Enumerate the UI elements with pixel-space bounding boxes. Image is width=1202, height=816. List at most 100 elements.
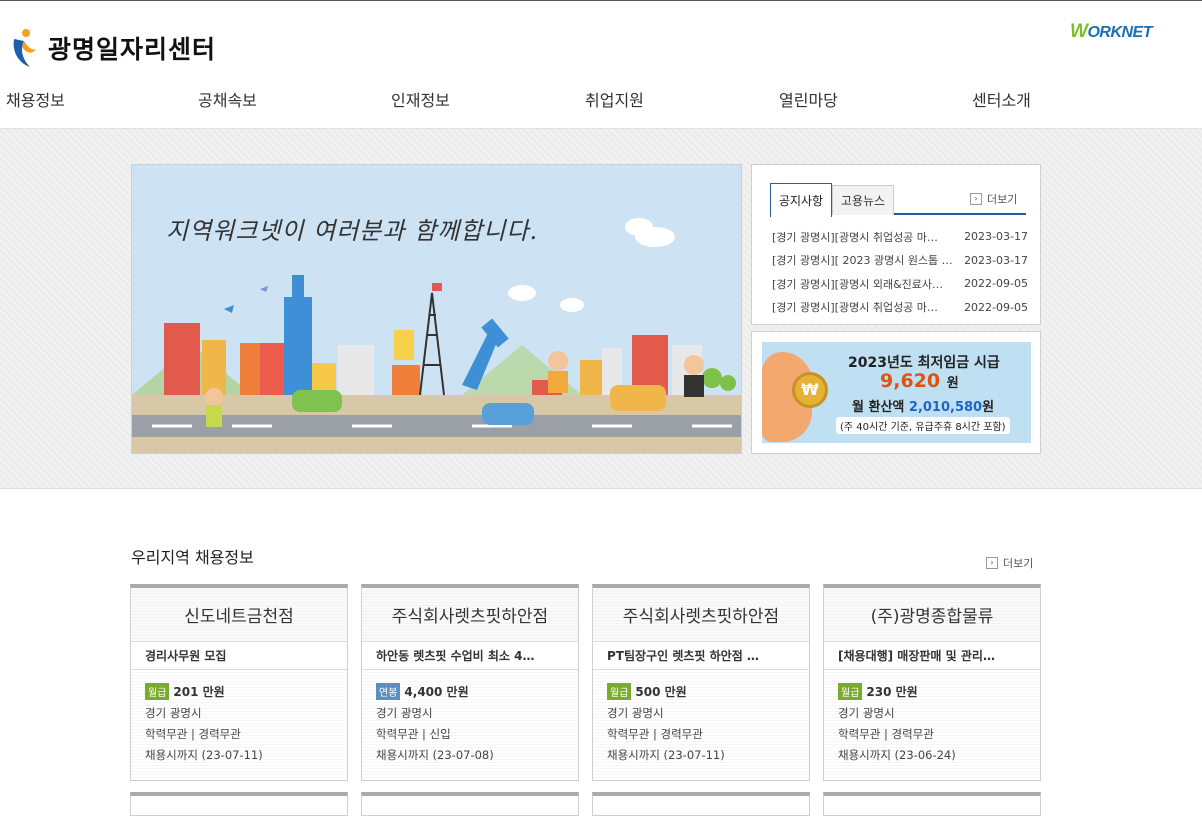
nav-item-employment-support[interactable]: 취업지원 <box>585 87 644 111</box>
wage-monthly-value: 2,010,580 <box>908 400 983 415</box>
minimum-wage-banner[interactable]: ₩ 2023년도 최저임금 시급 9,620 원 월 환산액 2,010,580… <box>751 331 1041 454</box>
nav-item-recruit-news[interactable]: 공채속보 <box>198 87 257 111</box>
job-card-position-text: [채용대행] 매장판매 및 관리… <box>838 649 995 663</box>
job-card-deadline: 채용시까지 (23-07-11) <box>145 748 263 762</box>
list-item[interactable]: [경기 광명시][광명시 취업성공 마… 2023-03-17 <box>772 225 1028 249</box>
main-banner[interactable]: 지역워크넷이 여러분과 함께합니다. <box>131 164 742 454</box>
nav-item-job-info[interactable]: 채용정보 <box>6 87 65 111</box>
logo-text: 광명일자리센터 <box>48 35 217 64</box>
wage-note: (주 40시간 기준, 유급주휴 8시간 포함) <box>836 417 1010 434</box>
job-card-deadline: 채용시까지 (23-06-24) <box>838 748 956 762</box>
site-header: 광명일자리센터 WORKNET 채용정보 공채속보 인재정보 취업지원 열린마당… <box>0 1 1202 129</box>
job-card-pay: 월급 230 만원 <box>838 670 1026 700</box>
notice-panel: 공지사항 고용뉴스 › 더보기 [경기 광명시][광명시 취업성공 마… 202… <box>751 164 1041 325</box>
job-card-next-row[interactable] <box>361 792 579 816</box>
job-card-body: 월급 500 만원 경기 광명시 학력무관 | 경력무관 채용시까지 (23-0… <box>593 670 809 780</box>
notice-item-date: 2022-09-05 <box>964 300 1028 314</box>
job-card-position-text: 경리사무원 모집 <box>145 649 227 663</box>
notice-list: [경기 광명시][광명시 취업성공 마… 2023-03-17 [경기 광명시]… <box>772 225 1028 319</box>
site-logo[interactable]: 광명일자리센터 <box>10 27 216 69</box>
notice-item-date: 2022-09-05 <box>964 277 1028 291</box>
job-card-next-row[interactable] <box>592 792 810 816</box>
pay-type-badge: 월급 <box>838 683 863 700</box>
notice-item-title[interactable]: [경기 광명시][광명시 취업성공 마… <box>772 299 958 315</box>
job-card-requirements: 학력무관 | 신입 <box>376 727 451 741</box>
notice-more-label: 더보기 <box>987 193 1018 206</box>
arrow-right-icon: › <box>970 193 982 205</box>
job-card-deadline: 채용시까지 (23-07-08) <box>376 748 494 762</box>
tab-notice[interactable]: 공지사항 <box>770 183 832 217</box>
nav-item-open-forum[interactable]: 열린마당 <box>779 87 838 111</box>
section-title-local-jobs: 우리지역 채용정보 <box>131 548 254 567</box>
pay-amount: 201 만원 <box>173 685 225 699</box>
worknet-logo-w: W <box>1070 21 1088 42</box>
job-card-company[interactable]: 주식회사렛츠핏하안점 <box>362 588 578 642</box>
main-nav: 채용정보 공채속보 인재정보 취업지원 열린마당 센터소개 <box>0 87 1202 113</box>
pay-type-badge: 월급 <box>607 683 632 700</box>
notice-more-link[interactable]: › 더보기 <box>970 191 1017 207</box>
notice-item-date: 2023-03-17 <box>964 230 1028 244</box>
pay-amount: 500 만원 <box>635 685 687 699</box>
banner-slogan: 지역워크넷이 여러분과 함께합니다. <box>166 217 539 245</box>
job-card[interactable]: 신도네트금천점 경리사무원 모집 월급 201 만원 경기 광명시 학력무관 |… <box>130 584 348 781</box>
logo-mark-icon <box>10 27 38 69</box>
banner-illustration <box>132 165 741 453</box>
job-card-requirements: 학력무관 | 경력무관 <box>607 727 703 741</box>
wage-title: 2023년도 최저임금 시급 <box>848 355 1000 371</box>
job-card-location: 경기 광명시 <box>607 706 664 720</box>
jobs-more-label: 더보기 <box>1003 557 1034 570</box>
job-card-requirements: 학력무관 | 경력무관 <box>838 727 934 741</box>
job-card-next-row[interactable] <box>823 792 1041 816</box>
worknet-logo[interactable]: WORKNET <box>1070 21 1152 43</box>
wage-amount: 9,620 원 <box>880 370 959 392</box>
job-card-pay: 연봉 4,400 만원 <box>376 670 564 700</box>
coin-icon: ₩ <box>792 372 828 408</box>
wage-amount-value: 9,620 <box>880 370 941 392</box>
nav-item-center-intro[interactable]: 센터소개 <box>972 87 1031 111</box>
wage-monthly-unit: 원 <box>982 400 995 415</box>
notice-item-title[interactable]: [경기 광명시][ 2023 광명시 원스톱 … <box>772 252 958 268</box>
job-card-body: 연봉 4,400 만원 경기 광명시 학력무관 | 신입 채용시까지 (23-0… <box>362 670 578 780</box>
pay-type-badge: 월급 <box>145 683 170 700</box>
job-card-location: 경기 광명시 <box>145 706 202 720</box>
job-card-deadline: 채용시까지 (23-07-11) <box>607 748 725 762</box>
job-card[interactable]: 주식회사렛츠핏하안점 PT팀장구인 렛츠핏 하안점 … 월급 500 만원 경기… <box>592 584 810 781</box>
job-card-position[interactable]: 하안동 렛츠핏 수업비 최소 4… <box>362 642 578 670</box>
notice-item-title[interactable]: [경기 광명시][광명시 취업성공 마… <box>772 229 958 245</box>
job-card-pay: 월급 201 만원 <box>145 670 333 700</box>
job-card-position[interactable]: 경리사무원 모집 <box>131 642 347 670</box>
list-item[interactable]: [경기 광명시][ 2023 광명시 원스톱 … 2023-03-17 <box>772 249 1028 273</box>
job-card-company[interactable]: (주)광명종합물류 <box>824 588 1040 642</box>
job-card-location: 경기 광명시 <box>838 706 895 720</box>
job-card[interactable]: (주)광명종합물류 [채용대행] 매장판매 및 관리… 월급 230 만원 경기… <box>823 584 1041 781</box>
job-card-location: 경기 광명시 <box>376 706 433 720</box>
minimum-wage-inner: ₩ 2023년도 최저임금 시급 9,620 원 월 환산액 2,010,580… <box>762 342 1031 443</box>
job-card-body: 월급 201 만원 경기 광명시 학력무관 | 경력무관 채용시까지 (23-0… <box>131 670 347 780</box>
job-card-company[interactable]: 주식회사렛츠핏하안점 <box>593 588 809 642</box>
pay-amount: 4,400 만원 <box>404 685 469 699</box>
worknet-logo-rest: ORKNET <box>1087 24 1152 41</box>
notice-item-title[interactable]: [경기 광명시][광명시 외래&진료사… <box>772 276 958 292</box>
job-card[interactable]: 주식회사렛츠핏하안점 하안동 렛츠핏 수업비 최소 4… 연봉 4,400 만원… <box>361 584 579 781</box>
wage-monthly-prefix: 월 환산액 <box>852 400 905 415</box>
wage-amount-unit: 원 <box>946 376 959 391</box>
list-item[interactable]: [경기 광명시][광명시 취업성공 마… 2022-09-05 <box>772 296 1028 320</box>
notice-item-date: 2023-03-17 <box>964 253 1028 267</box>
arrow-right-icon: › <box>986 557 998 569</box>
job-card-position-text: PT팀장구인 렛츠핏 하안점 … <box>607 649 759 663</box>
pay-amount: 230 만원 <box>866 685 918 699</box>
nav-item-talent-info[interactable]: 인재정보 <box>391 87 450 111</box>
jobs-more-link[interactable]: › 더보기 <box>986 555 1033 571</box>
wage-monthly: 월 환산액 2,010,580원 <box>852 396 994 415</box>
notice-tabs: 공지사항 고용뉴스 › 더보기 <box>770 183 1026 217</box>
tab-employment-news[interactable]: 고용뉴스 <box>832 185 894 215</box>
job-card-position[interactable]: PT팀장구인 렛츠핏 하안점 … <box>593 642 809 670</box>
job-card-position[interactable]: [채용대행] 매장판매 및 관리… <box>824 642 1040 670</box>
job-card-requirements: 학력무관 | 경력무관 <box>145 727 241 741</box>
job-card-pay: 월급 500 만원 <box>607 670 795 700</box>
pay-type-badge: 연봉 <box>376 683 401 700</box>
job-card-next-row[interactable] <box>130 792 348 816</box>
job-card-position-text: 하안동 렛츠핏 수업비 최소 4… <box>376 649 535 663</box>
list-item[interactable]: [경기 광명시][광명시 외래&진료사… 2022-09-05 <box>772 272 1028 296</box>
job-card-company[interactable]: 신도네트금천점 <box>131 588 347 642</box>
